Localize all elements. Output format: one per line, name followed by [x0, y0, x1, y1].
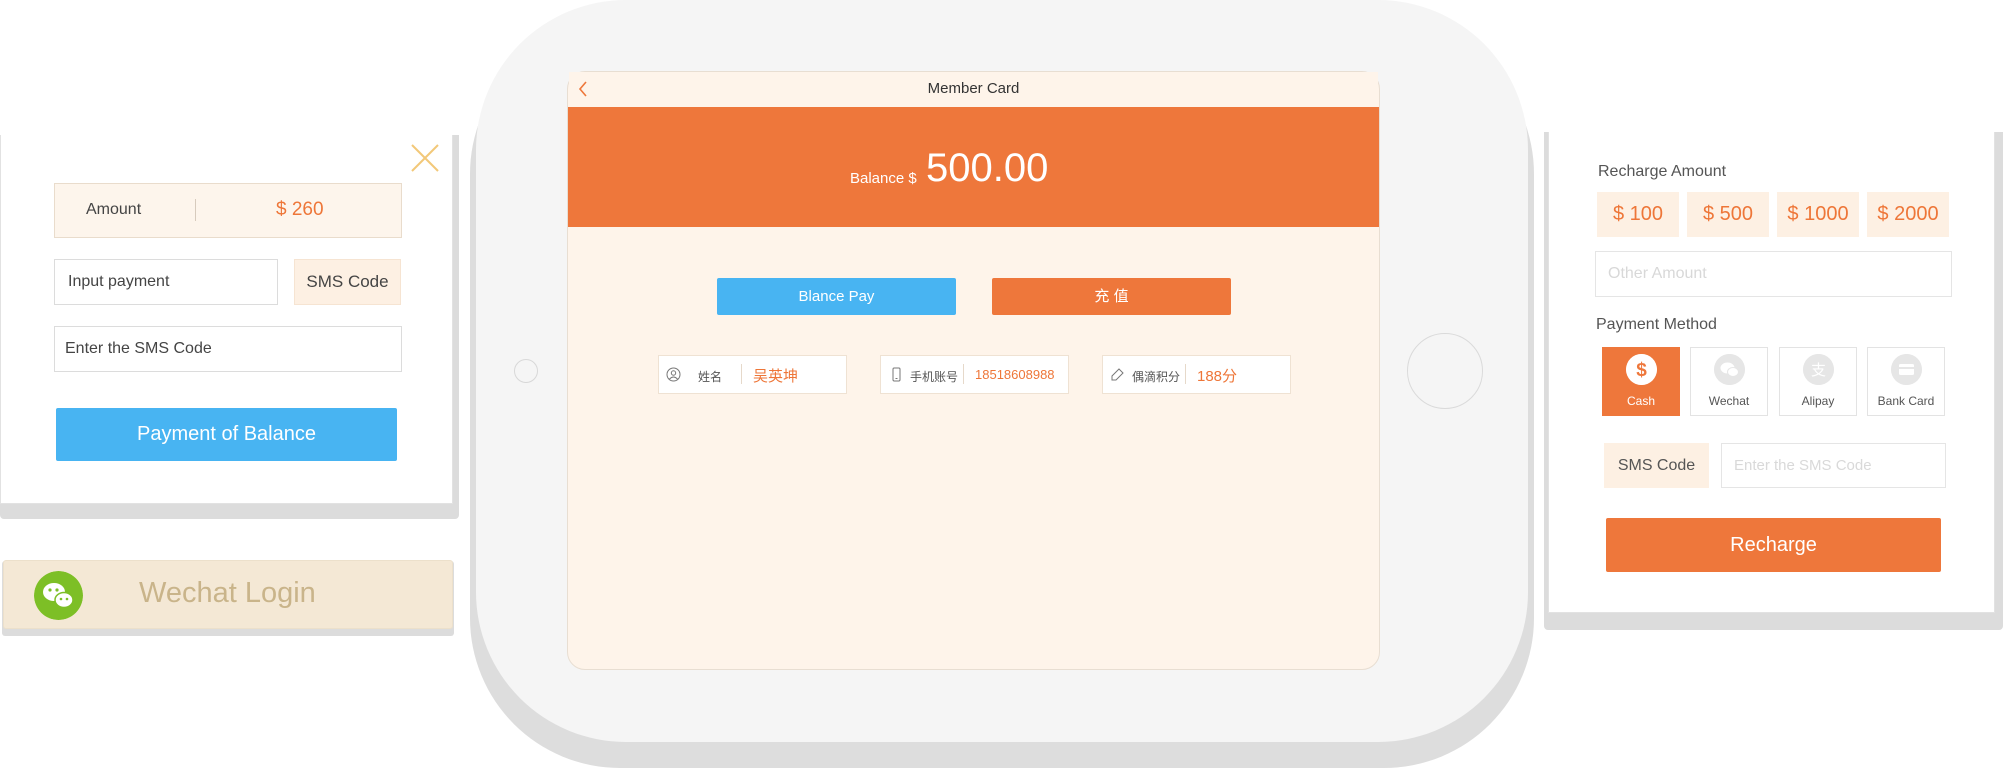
amount-label: Amount: [86, 201, 142, 218]
info-phone-label: 手机账号: [910, 370, 959, 384]
recharge-amount-title: Recharge Amount: [1598, 163, 1727, 180]
amount-option-100[interactable]: $ 100: [1597, 192, 1679, 237]
dollar-icon: $: [1626, 354, 1657, 385]
payment-method-label: Bank Card: [1877, 394, 1935, 408]
wechat-login-label: Wechat Login: [139, 577, 316, 609]
phone-icon: [892, 367, 901, 382]
info-phone-value: 18518608988: [975, 367, 1055, 382]
amount-option-1000[interactable]: $ 1000: [1777, 192, 1859, 237]
points-icon: [1111, 368, 1124, 381]
ipad-home-button[interactable]: [1407, 333, 1483, 409]
info-divider: [963, 364, 964, 384]
ipad-camera: [514, 359, 538, 383]
svg-text:支: 支: [1811, 361, 1826, 379]
balance-value: 500.00: [926, 146, 1049, 190]
bank-card-icon: [1891, 354, 1922, 385]
recharge-button-cn[interactable]: 充 值: [992, 278, 1231, 315]
payment-method-label: Alipay: [1801, 394, 1835, 408]
payment-method-label: Wechat: [1708, 394, 1750, 408]
sms-code-input[interactable]: Enter the SMS Code: [54, 326, 402, 372]
wechat-icon: [34, 571, 83, 620]
payment-method-cash[interactable]: $ Cash: [1602, 347, 1680, 416]
payment-method-alipay[interactable]: 支 Alipay: [1779, 347, 1857, 416]
input-payment-field[interactable]: Input payment: [54, 259, 278, 305]
other-amount-input[interactable]: Other Amount: [1595, 251, 1952, 297]
page-title: Member Card: [927, 80, 1020, 97]
svg-text:$: $: [1636, 360, 1647, 381]
amount-value: $ 260: [276, 199, 324, 220]
payment-method-label: Cash: [1626, 394, 1655, 408]
alipay-icon: 支: [1803, 354, 1834, 385]
balance-label: Balance $: [850, 170, 917, 187]
blance-pay-button[interactable]: Blance Pay: [717, 278, 956, 315]
sms-code-input[interactable]: Enter the SMS Code: [1721, 443, 1946, 488]
sms-code-button[interactable]: SMS Code: [294, 259, 401, 305]
info-points-label: 偶滴积分: [1132, 370, 1181, 384]
payment-method-title: Payment Method: [1596, 316, 1717, 333]
amount-option-2000[interactable]: $ 2000: [1867, 192, 1949, 237]
info-points-value: 188分: [1197, 368, 1238, 385]
info-name-label: 姓名: [698, 370, 723, 384]
recharge-button[interactable]: Recharge: [1606, 518, 1941, 572]
close-icon[interactable]: [410, 143, 440, 173]
info-name-value: 吴英坤: [753, 368, 799, 385]
user-icon: [666, 367, 681, 382]
payment-method-bank-card[interactable]: Bank Card: [1867, 347, 1945, 416]
sms-code-button[interactable]: SMS Code: [1604, 443, 1709, 488]
payment-method-wechat[interactable]: Wechat: [1690, 347, 1768, 416]
payment-of-balance-button[interactable]: Payment of Balance: [56, 408, 397, 461]
info-divider: [741, 364, 742, 384]
amount-option-500[interactable]: $ 500: [1687, 192, 1769, 237]
wechat-icon: [1714, 354, 1745, 385]
info-divider: [1185, 364, 1186, 384]
amount-divider: [195, 199, 196, 221]
